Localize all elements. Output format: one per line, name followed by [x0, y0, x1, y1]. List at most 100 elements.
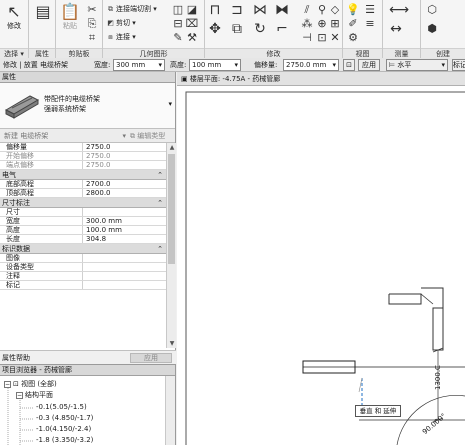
existing-cable-tray[interactable] — [388, 287, 444, 351]
split-face-icon[interactable]: ◫ — [171, 3, 185, 17]
linework-icon[interactable]: ≡ — [363, 17, 377, 31]
offset-select[interactable]: 2750.0 mm ▾ — [283, 59, 339, 71]
view-tab[interactable]: ▣ 楼层平面: -4.75A - 药械管廊 — [177, 72, 465, 86]
property-row[interactable]: 开始偏移 2750.0 — [0, 152, 166, 161]
scroll-thumb[interactable] — [168, 154, 175, 264]
tree-leaf[interactable]: -0.1(5.05/-1.5) — [36, 402, 87, 413]
property-value[interactable]: 2700.0 — [84, 180, 111, 188]
type-selector[interactable]: 带配件的电缆桥架 强弱系统桥架 ▾ — [0, 83, 175, 129]
mirror-axis-icon[interactable]: ⋈ — [253, 3, 267, 17]
dimension-icon[interactable]: ↔ — [389, 22, 403, 36]
offset-icon[interactable]: ⊐ — [230, 3, 244, 17]
context-label: 修改 | 放置 电缆桥架 — [3, 61, 69, 69]
property-value[interactable]: 100.0 mm — [84, 226, 122, 234]
split-icon[interactable]: ⫽ — [300, 3, 314, 17]
pin-icon[interactable]: ⚲ — [315, 3, 329, 17]
lock-icon[interactable]: ⊡ — [315, 31, 329, 45]
copy-element-icon[interactable]: ⧉ — [230, 22, 244, 36]
properties-help-link[interactable]: 属性帮助 — [2, 351, 30, 365]
measure-icon[interactable]: ⟷ — [389, 3, 409, 17]
property-value[interactable]: 2800.0 — [84, 189, 111, 197]
property-value[interactable]: 2750.0 — [84, 161, 111, 169]
move-icon[interactable]: ✥ — [208, 22, 222, 36]
delete-icon[interactable]: ✕ — [328, 31, 342, 45]
property-value[interactable]: 300.0 mm — [84, 217, 122, 225]
type-properties-button[interactable]: ▤ — [31, 2, 55, 38]
collapse-toggle-icon[interactable]: − — [16, 391, 23, 399]
apply-button[interactable]: 应用 — [358, 59, 380, 71]
tree-leaf[interactable]: -0.3 (4.850/-1.7) — [36, 413, 93, 424]
property-value[interactable]: 2750.0 — [84, 152, 111, 160]
property-value[interactable]: 2750.0 — [84, 143, 111, 151]
create-group-icon[interactable]: ⬢ — [425, 22, 439, 36]
property-row[interactable]: 偏移量 2750.0 — [0, 143, 166, 152]
property-row[interactable]: 端点偏移 2750.0 — [0, 161, 166, 170]
paste-button[interactable]: 📋 粘贴 — [58, 2, 82, 38]
property-key: 端点偏移 — [0, 161, 83, 169]
property-row[interactable]: 顶部高程 2800.0 — [0, 189, 166, 198]
scroll-up-icon[interactable]: ▲ — [167, 143, 177, 152]
create-similar-icon[interactable]: ⬡ — [425, 3, 439, 17]
align-icon[interactable]: ⊓ — [208, 3, 222, 17]
drawing-canvas[interactable] — [177, 86, 465, 445]
section-electrical[interactable]: 电气 ⌃ — [0, 170, 166, 180]
connect-button[interactable]: ⧈ 连接 ▾ — [105, 31, 135, 43]
pick-icon[interactable]: ✎ — [171, 31, 185, 45]
section-dimensions[interactable]: 尺寸标注 ⌃ — [0, 198, 166, 208]
brush-icon[interactable]: ✐ — [346, 17, 360, 31]
demolish-icon[interactable]: ⌧ — [185, 17, 199, 31]
lock-icon: ⊡ — [346, 61, 352, 69]
tree-leaf-label: -0.1(5.05/-1.5) — [36, 403, 87, 411]
scale-icon[interactable]: ◇ — [328, 3, 342, 17]
copy-icon[interactable]: ⎘ — [85, 17, 99, 31]
property-row[interactable]: 底部高程 2700.0 — [0, 180, 166, 189]
modify-button[interactable]: ↖ 修改 — [2, 2, 26, 38]
thin-lines-icon[interactable]: ⚙ — [346, 31, 360, 45]
properties-apply-button[interactable]: 应用 — [130, 353, 172, 363]
section-identity[interactable]: 标识数据 ⌃ — [0, 244, 166, 254]
property-row[interactable]: 宽度 300.0 mm — [0, 217, 166, 226]
tree-leaf[interactable]: -1.8 (3.350/-3.2) — [36, 435, 93, 445]
mirror-draw-icon[interactable]: ⧓ — [275, 3, 289, 17]
unpin-icon[interactable]: ⊕ — [315, 17, 329, 31]
cut-geometry-button[interactable]: ◩ 剪切 ▾ — [105, 17, 136, 29]
instance-filter-select[interactable]: 新建 电缆桥架 ▾ — [2, 130, 128, 142]
property-row[interactable]: 注释 — [0, 272, 166, 281]
collapse-toggle-icon[interactable]: − — [4, 380, 11, 388]
height-select[interactable]: 100 mm ▾ — [189, 59, 241, 71]
justification-select[interactable]: ⊨ 水平 ▾ — [386, 59, 448, 71]
tree-node-views[interactable]: − ⊡ 视图 (全部) — [4, 379, 57, 390]
tag-button[interactable]: 标记 — [452, 59, 465, 71]
property-value[interactable]: 304.8 — [84, 235, 106, 243]
array-icon[interactable]: ⁂ — [300, 17, 314, 31]
lock-offset-button[interactable]: ⊡ — [343, 59, 355, 71]
match-icon[interactable]: ⌗ — [85, 31, 99, 45]
edit-type-button[interactable]: ⧉ 编辑类型 — [130, 130, 174, 142]
select-panel-label[interactable]: 选择 ▾ — [0, 48, 28, 58]
group-icon[interactable]: ⊞ — [328, 17, 342, 31]
rebar-icon[interactable]: ⚒ — [185, 31, 199, 45]
rotate-icon[interactable]: ↻ — [253, 22, 267, 36]
join-cut-button[interactable]: ⧉ 连接端切割 ▾ — [105, 3, 157, 15]
property-row[interactable]: 长度 304.8 — [0, 235, 166, 244]
trim-icon[interactable]: ⌐ — [275, 22, 289, 36]
scroll-down-icon[interactable]: ▼ — [167, 339, 177, 348]
property-row[interactable]: 标记 — [0, 281, 166, 290]
width-select[interactable]: 300 mm ▾ — [113, 59, 165, 71]
modify-tools-panel: ⊓ ⊐ ⋈ ⧓ ✥ ⧉ ↻ ⌐ ⫽ ⚲ ◇ ⁂ ⊕ ⊞ ⊣ ⊡ ✕ 修改 — [205, 0, 343, 58]
clipboard-panel-label: 剪贴板 — [56, 48, 102, 58]
browser-scrollbar[interactable] — [165, 376, 175, 445]
tree-node-structural-plans[interactable]: − 结构平面 — [16, 390, 53, 401]
property-row[interactable]: 尺寸 — [0, 208, 166, 217]
hide-icon[interactable]: 💡 — [346, 3, 360, 17]
property-row[interactable]: 高度 100.0 mm — [0, 226, 166, 235]
cut-icon[interactable]: ✂ — [85, 3, 99, 17]
properties-scrollbar[interactable]: ▲ ▼ — [166, 143, 176, 348]
tree-leaf[interactable]: -1.0(4.150/-2.4) — [36, 424, 91, 435]
paint-icon[interactable]: ◪ — [185, 3, 199, 17]
wall-join-icon[interactable]: ⊟ — [171, 17, 185, 31]
property-row[interactable]: 图像 — [0, 254, 166, 263]
override-icon[interactable]: ☰ — [363, 3, 377, 17]
property-row[interactable]: 设备类型 — [0, 263, 166, 272]
trim-extend-icon[interactable]: ⊣ — [300, 31, 314, 45]
